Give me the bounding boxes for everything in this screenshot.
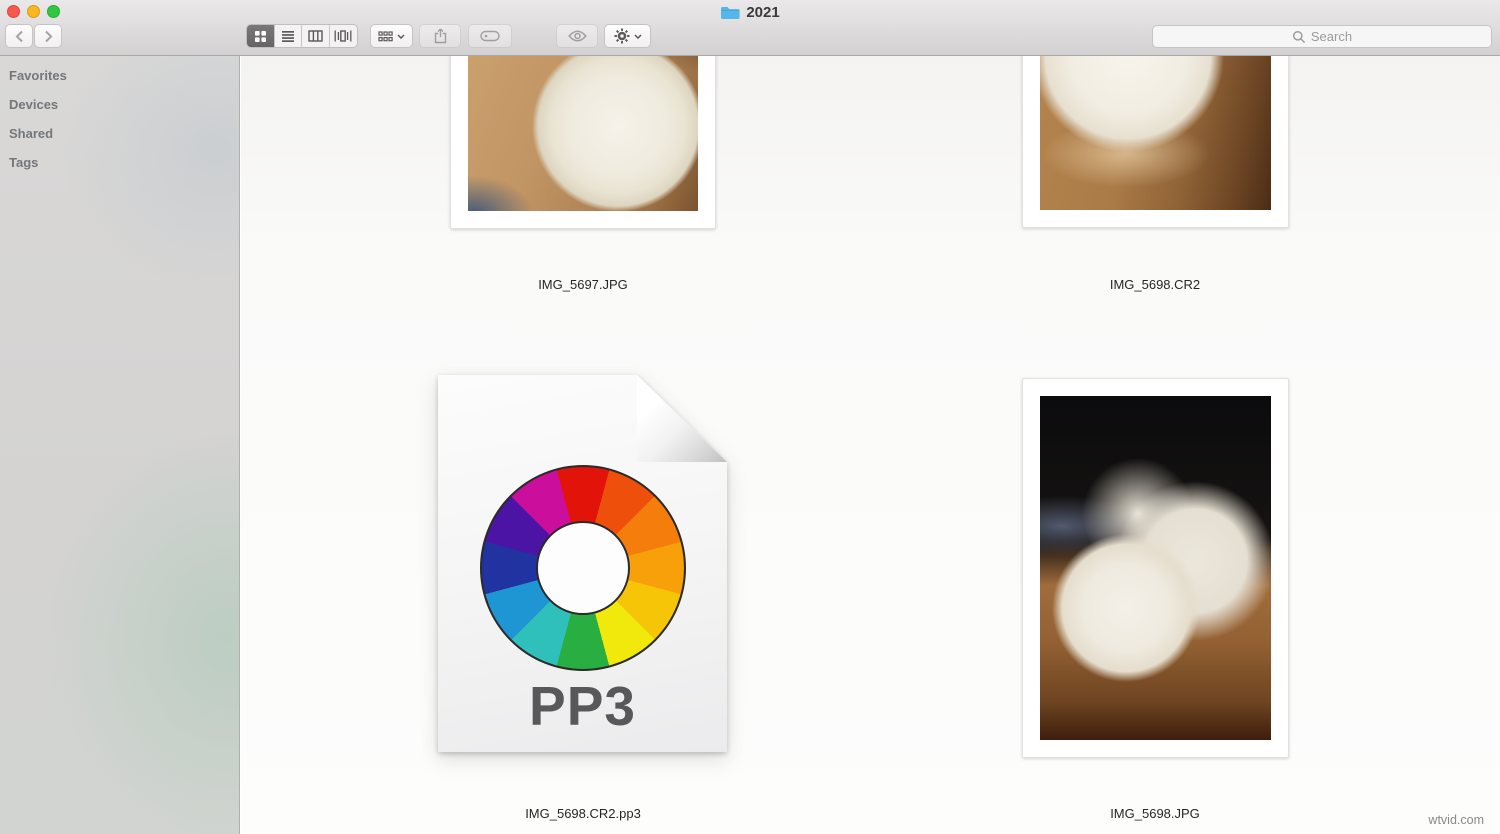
titlebar-toolbar: 2021 (0, 0, 1500, 56)
column-view-button[interactable] (302, 25, 330, 47)
back-button[interactable] (5, 24, 33, 48)
quick-look-button[interactable] (556, 24, 598, 48)
photo-two-onions (1040, 396, 1271, 740)
coverflow-view-button[interactable] (330, 25, 357, 47)
gear-icon (614, 28, 630, 44)
folded-corner (637, 375, 727, 462)
columns-icon (308, 30, 323, 42)
file-thumbnail-img-5697-jpg[interactable] (450, 56, 716, 229)
tag-button[interactable] (468, 24, 512, 48)
file-grid: PP3 IMG_5697.JPG IMG_5698.CR2 IMG_5698.C… (241, 56, 1500, 834)
chevron-down-icon (397, 34, 405, 39)
sidebar: Favorites Devices Shared Tags (0, 56, 240, 834)
icon-view-button[interactable] (247, 25, 275, 47)
sidebar-section-favorites: Favorites (0, 65, 239, 94)
file-icon-img-5698-cr2-pp3[interactable]: PP3 (438, 375, 727, 752)
file-label[interactable]: IMG_5698.CR2 (1110, 277, 1200, 292)
sidebar-section-shared: Shared (0, 123, 239, 152)
list-view-button[interactable] (275, 25, 303, 47)
window-title-text: 2021 (746, 4, 779, 21)
watermark: wtvid.com (1428, 813, 1484, 827)
file-thumbnail-img-5698-jpg[interactable] (1022, 378, 1289, 758)
file-label[interactable]: IMG_5698.CR2.pp3 (525, 806, 641, 821)
search-field[interactable]: Search (1152, 25, 1492, 48)
photo-onion-cutting-board (1040, 56, 1271, 210)
photo-onion-on-board (468, 56, 698, 211)
window-title: 2021 (0, 4, 1500, 21)
view-switcher (246, 24, 358, 48)
action-button[interactable] (604, 24, 651, 48)
pp3-badge: PP3 (438, 674, 727, 738)
forward-button[interactable] (34, 24, 62, 48)
coverflow-icon (334, 30, 352, 42)
file-label[interactable]: IMG_5698.JPG (1110, 806, 1200, 821)
color-wheel (480, 465, 686, 671)
grid-icon (254, 30, 267, 43)
chevron-right-icon (44, 30, 53, 43)
sidebar-section-devices: Devices (0, 94, 239, 123)
file-label[interactable]: IMG_5697.JPG (538, 277, 628, 292)
list-icon (281, 30, 295, 42)
finder-window: 2021 (0, 0, 1500, 834)
sidebar-section-tags: Tags (0, 152, 239, 181)
search-placeholder: Search (1311, 29, 1352, 44)
tag-icon (480, 30, 500, 42)
group-icon (378, 31, 393, 42)
file-thumbnail-img-5698-cr2[interactable] (1022, 56, 1289, 228)
share-button[interactable] (419, 24, 461, 48)
share-icon (434, 28, 447, 44)
eye-icon (568, 30, 587, 42)
chevron-down-icon (634, 34, 642, 39)
color-wheel-hole (536, 521, 630, 615)
search-icon (1292, 30, 1306, 44)
chevron-left-icon (15, 30, 24, 43)
arrange-button[interactable] (370, 24, 413, 48)
folder-icon (720, 5, 740, 21)
